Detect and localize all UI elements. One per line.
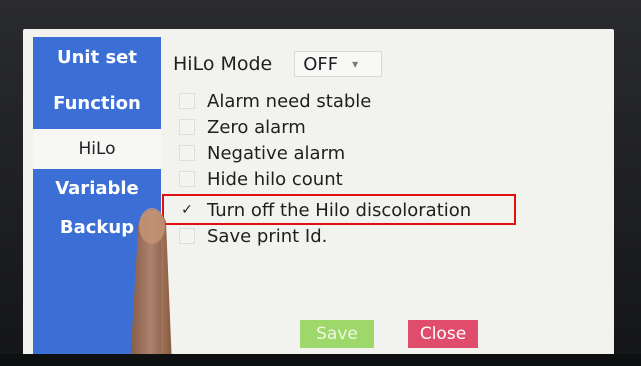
option-label: Negative alarm bbox=[207, 142, 346, 164]
save-button[interactable]: Save bbox=[300, 320, 374, 348]
option-label: Hide hilo count bbox=[207, 168, 343, 190]
tab-function[interactable]: Function bbox=[33, 83, 161, 123]
tab-label: Unit set bbox=[57, 46, 137, 68]
hilo-mode-select[interactable]: OFF ▾ bbox=[294, 51, 383, 77]
option-save-print-id[interactable]: Save print Id. bbox=[179, 224, 327, 248]
tab-hilo[interactable]: HiLo bbox=[33, 129, 161, 169]
device-screen: Unit set Function HiLo Variable Backup H… bbox=[23, 29, 614, 356]
checkbox[interactable] bbox=[179, 93, 195, 109]
checkbox[interactable] bbox=[179, 228, 195, 244]
hilo-mode-value: OFF bbox=[303, 53, 339, 75]
option-hide-hilo-count[interactable]: Hide hilo count bbox=[179, 167, 343, 191]
checkbox[interactable] bbox=[179, 145, 195, 161]
option-label: Save print Id. bbox=[207, 225, 328, 247]
option-label: Zero alarm bbox=[207, 116, 306, 138]
hilo-mode-label: HiLo Mode bbox=[173, 53, 273, 75]
tab-label: Variable bbox=[55, 177, 139, 199]
device-frame: Unit set Function HiLo Variable Backup H… bbox=[0, 0, 641, 366]
hilo-settings-panel: HiLo Mode OFF ▾ Alarm need stable Zero a… bbox=[173, 29, 614, 356]
check-icon: ✓ bbox=[181, 202, 193, 218]
tab-label: Function bbox=[53, 92, 141, 114]
tab-label: HiLo bbox=[78, 139, 116, 159]
tab-label: Backup bbox=[59, 216, 135, 238]
tab-backup[interactable]: Backup bbox=[33, 207, 161, 247]
close-button[interactable]: Close bbox=[408, 320, 478, 348]
checkbox[interactable] bbox=[179, 171, 195, 187]
option-label: Turn off the Hilo discoloration bbox=[207, 199, 472, 221]
sidebar: Unit set Function HiLo Variable Backup bbox=[33, 37, 161, 356]
option-zero-alarm[interactable]: Zero alarm bbox=[179, 115, 306, 139]
tab-variable[interactable]: Variable bbox=[33, 168, 161, 208]
checkbox-checked[interactable]: ✓ bbox=[179, 202, 195, 218]
option-negative-alarm[interactable]: Negative alarm bbox=[179, 141, 345, 165]
tab-unit-set[interactable]: Unit set bbox=[33, 37, 161, 77]
checkbox[interactable] bbox=[179, 119, 195, 135]
option-label: Alarm need stable bbox=[207, 90, 372, 112]
save-button-label: Save bbox=[316, 324, 358, 344]
close-button-label: Close bbox=[419, 324, 467, 344]
option-turn-off-hilo-discoloration[interactable]: ✓ Turn off the Hilo discoloration bbox=[179, 198, 471, 222]
chevron-down-icon: ▾ bbox=[352, 57, 359, 71]
hilo-mode-row: HiLo Mode OFF ▾ bbox=[173, 49, 383, 79]
device-bezel bbox=[0, 354, 641, 366]
option-alarm-need-stable[interactable]: Alarm need stable bbox=[179, 89, 371, 113]
